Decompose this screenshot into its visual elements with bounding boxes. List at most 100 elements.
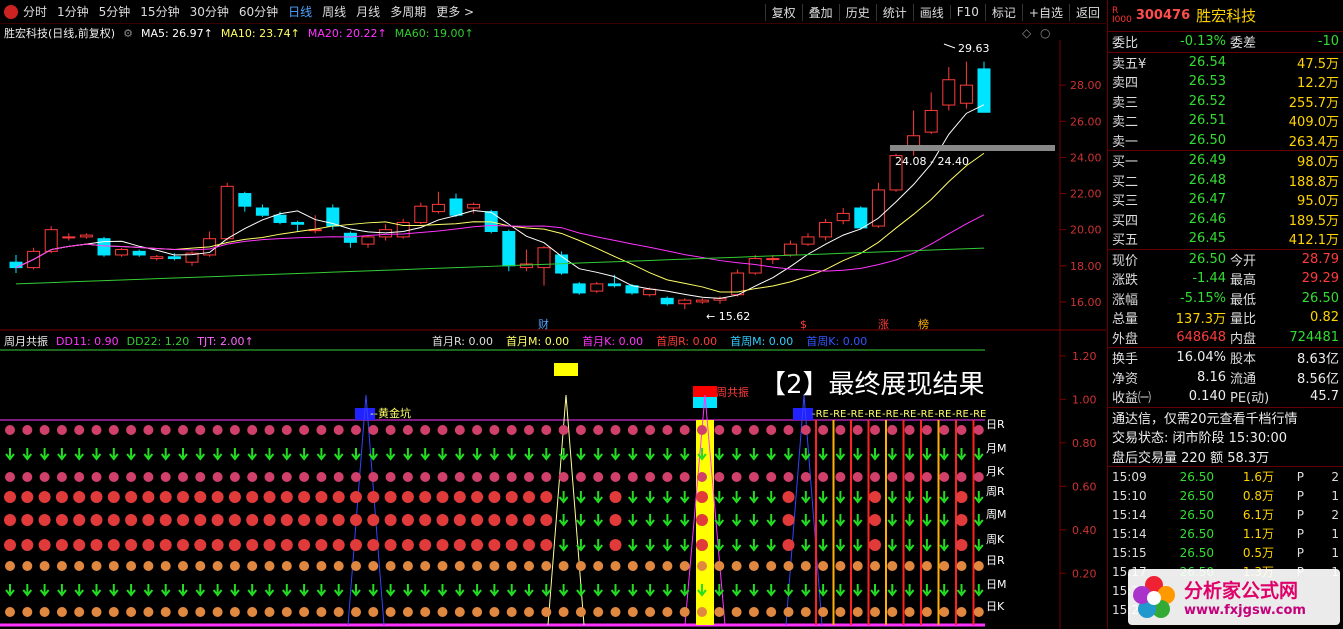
orange-gear bbox=[264, 607, 275, 617]
pink-dot bbox=[610, 425, 621, 435]
down-arrow bbox=[904, 539, 915, 552]
red-ball bbox=[436, 514, 449, 526]
stat-label-2: 最高 bbox=[1230, 273, 1257, 289]
red-ball bbox=[696, 491, 708, 503]
pink-dot bbox=[489, 425, 500, 435]
down-arrow bbox=[455, 584, 465, 597]
trade-status: 交易状态: 闭市阶段 15:30:00 bbox=[1112, 431, 1288, 447]
red-ball bbox=[315, 514, 328, 526]
zhougongzhen-label: 周共振 bbox=[716, 385, 749, 399]
red-ball bbox=[367, 539, 380, 551]
down-arrow bbox=[524, 584, 534, 597]
orange-gear bbox=[870, 607, 880, 617]
orange-gear bbox=[558, 561, 569, 571]
orange-gear bbox=[212, 561, 223, 571]
red-ball bbox=[125, 514, 138, 526]
sell-row[interactable]: 卖四 26.53 12.2万 bbox=[1108, 72, 1343, 92]
down-arrow bbox=[679, 448, 690, 461]
sell-volume: 47.5万 bbox=[1297, 56, 1339, 72]
red-ball bbox=[107, 491, 120, 503]
stat-value: 137.3万 bbox=[1175, 312, 1226, 328]
down-arrow bbox=[714, 448, 725, 461]
sell-price: 26.50 bbox=[1188, 132, 1226, 148]
promo-text[interactable]: 通达信，仅需20元查看千档行情 bbox=[1108, 408, 1343, 428]
down-arrow bbox=[230, 448, 240, 461]
tick-price: 26.50 bbox=[1179, 545, 1214, 560]
down-arrow bbox=[489, 448, 500, 461]
tick-count: 2 bbox=[1331, 507, 1339, 522]
orange-gear bbox=[783, 607, 794, 617]
re-tag: -RE bbox=[900, 409, 917, 420]
down-arrow bbox=[835, 514, 846, 527]
orange-gear bbox=[904, 561, 915, 571]
sub-axis-label: 0.80 bbox=[1072, 437, 1097, 450]
stat-label: 涨跌 bbox=[1112, 273, 1139, 289]
pink-dot bbox=[610, 472, 621, 482]
ma5-line bbox=[15, 104, 985, 299]
orange-gear bbox=[212, 607, 223, 617]
orange-gear bbox=[645, 607, 656, 617]
buy-row[interactable]: 买一 26.49 98.0万 bbox=[1108, 151, 1343, 171]
red-ball bbox=[73, 539, 86, 551]
pink-dot bbox=[91, 425, 102, 435]
down-arrow bbox=[731, 491, 742, 504]
tick-price: 26.50 bbox=[1179, 507, 1214, 522]
row-label: 日M bbox=[986, 578, 1007, 591]
chart-area[interactable]: 28.00 26.00 24.00 22.00 20.00 18.00 16.00 1.20 1… bbox=[0, 0, 1106, 629]
pink-dot bbox=[316, 472, 327, 482]
buy-volume: 188.8万 bbox=[1288, 174, 1339, 190]
red-ball bbox=[488, 514, 501, 526]
orange-gear bbox=[835, 607, 846, 617]
pink-dot bbox=[921, 472, 932, 482]
sell-row[interactable]: 卖五¥ 26.54 47.5万 bbox=[1108, 53, 1343, 73]
buy-label: 买二 bbox=[1112, 174, 1139, 190]
orange-gear bbox=[697, 607, 707, 617]
sell-row[interactable]: 卖三 26.52 255.7万 bbox=[1108, 92, 1343, 112]
sell-row[interactable]: 卖一 26.50 263.4万 bbox=[1108, 131, 1343, 151]
red-ball bbox=[90, 514, 103, 526]
down-arrow bbox=[801, 539, 811, 552]
buy-price: 26.45 bbox=[1188, 231, 1226, 247]
down-arrow bbox=[299, 584, 309, 597]
buy-volume: 98.0万 bbox=[1297, 155, 1339, 171]
buy-row[interactable]: 买二 26.48 188.8万 bbox=[1108, 171, 1343, 191]
stat-row: 涨跌 -1.44 最高 29.29 bbox=[1108, 269, 1343, 289]
pink-dot bbox=[627, 472, 638, 482]
pink-dot bbox=[731, 472, 742, 482]
pink-dot bbox=[524, 425, 534, 435]
orange-gear bbox=[524, 607, 534, 617]
sell-book: 卖五¥ 26.54 47.5万 卖四 26.53 12.2万 卖三 26.52 255.7万 卖二… bbox=[1108, 53, 1343, 151]
orange-gear bbox=[800, 561, 811, 571]
orange-gear bbox=[385, 561, 396, 571]
buy-price: 26.46 bbox=[1188, 211, 1226, 227]
down-arrow bbox=[974, 448, 984, 461]
down-arrow bbox=[731, 448, 742, 461]
down-arrow bbox=[195, 584, 206, 597]
buy-row[interactable]: 买五 26.45 412.1万 bbox=[1108, 229, 1343, 249]
stat-value: 8.16 bbox=[1197, 369, 1226, 385]
down-arrow bbox=[22, 584, 33, 597]
pink-dot bbox=[229, 472, 240, 482]
buy-row[interactable]: 买四 26.46 189.5万 bbox=[1108, 210, 1343, 230]
tick-time: 15:15 bbox=[1112, 545, 1147, 560]
orange-gear bbox=[437, 561, 448, 571]
red-ball bbox=[609, 491, 622, 503]
stat-label: 现价 bbox=[1112, 253, 1139, 269]
down-arrow bbox=[974, 584, 984, 597]
orange-gear bbox=[108, 561, 119, 571]
down-arrow bbox=[922, 514, 932, 527]
down-arrow bbox=[455, 448, 465, 461]
tick-row: 15:09 26.50 1.6万 P 2 bbox=[1108, 467, 1343, 486]
red-ball bbox=[107, 539, 120, 551]
sell-row[interactable]: 卖二 26.51 409.0万 bbox=[1108, 111, 1343, 131]
stat-row: 净资 8.16 流通 8.56亿 bbox=[1108, 368, 1343, 388]
tick-row: 15:10 26.50 0.8万 P 1 bbox=[1108, 486, 1343, 505]
orange-gear bbox=[143, 607, 154, 617]
pink-dot bbox=[887, 472, 898, 482]
down-arrow bbox=[731, 584, 742, 597]
buy-price: 26.48 bbox=[1188, 172, 1226, 188]
orange-gear bbox=[5, 607, 15, 617]
buy-row[interactable]: 买三 26.47 95.0万 bbox=[1108, 190, 1343, 210]
orange-gear bbox=[108, 607, 119, 617]
buy-label: 买三 bbox=[1112, 194, 1139, 210]
